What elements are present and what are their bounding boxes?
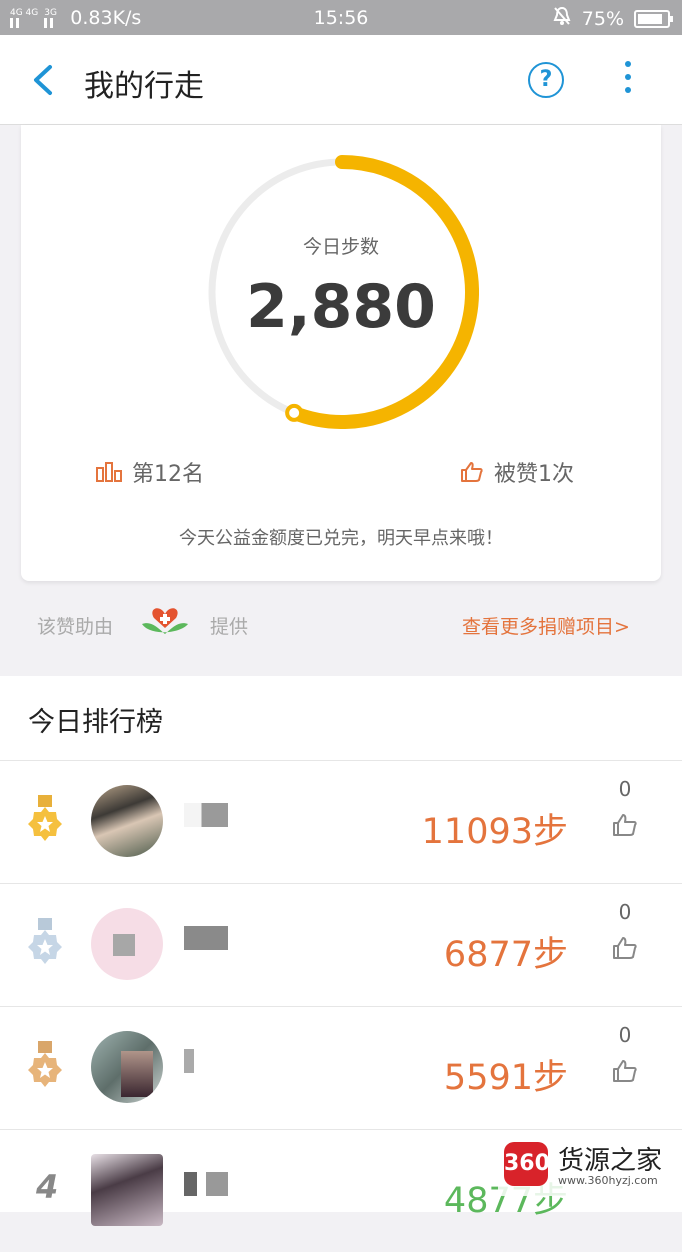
watermark: 360 货源之家 www.360hyzj.com — [498, 1136, 682, 1196]
rank-info[interactable]: 第12名 — [96, 456, 204, 488]
thumbs-up-icon[interactable] — [612, 1059, 638, 1083]
steps-value: 2,880 — [246, 272, 436, 342]
page-title: 我的行走 — [84, 69, 204, 104]
avatar[interactable] — [91, 785, 163, 857]
back-button[interactable] — [28, 63, 58, 97]
leaderboard-row[interactable]: 6877步 0 — [0, 883, 682, 1006]
username-blurred — [184, 1049, 194, 1073]
leaderboard-title: 今日排行榜 — [28, 707, 163, 738]
username-blurred — [184, 1172, 228, 1196]
thumbs-up-icon[interactable] — [612, 936, 638, 960]
row-likes: 0 — [618, 1023, 632, 1047]
avatar[interactable] — [91, 908, 163, 980]
username-blurred — [184, 926, 228, 950]
leaderboard-row[interactable]: 5591步 0 — [0, 1006, 682, 1129]
watermark-text: 货源之家 — [558, 1146, 663, 1176]
more-menu-button[interactable] — [618, 61, 638, 101]
rank-text: 第12名 — [132, 462, 204, 487]
rank-number: 4 — [36, 1168, 59, 1206]
status-bar: 4G 4G 3G 0.83K/s 15:56 75% — [0, 0, 682, 35]
chevron-left-icon — [34, 65, 52, 95]
donation-notice: 今天公益金额度已兑完，明天早点来哦！ — [179, 528, 503, 549]
dot — [625, 74, 631, 80]
avatar[interactable] — [91, 1031, 163, 1103]
ring-end-dot — [285, 403, 304, 422]
sponsor-logo-icon — [140, 604, 190, 642]
sponsor-suffix: 提供 — [210, 616, 249, 638]
likes-text: 被赞1次 — [494, 462, 574, 487]
battery-percent: 75% — [581, 7, 624, 30]
help-button[interactable]: ? — [528, 62, 564, 98]
silver-medal-icon — [28, 918, 62, 964]
watermark-url: www.360hyzj.com — [558, 1174, 658, 1187]
sponsor-prefix: 该赞助由 — [37, 616, 114, 638]
row-likes: 0 — [618, 777, 632, 801]
row-steps: 5591步 — [443, 1058, 568, 1098]
battery-icon — [634, 9, 673, 28]
thumbs-up-icon — [461, 462, 483, 482]
mute-bell-icon — [552, 6, 572, 31]
app-header: 我的行走 ? — [0, 35, 682, 125]
bar-chart-icon — [96, 462, 122, 482]
row-steps: 11093步 — [421, 812, 568, 852]
leaderboard: 今日排行榜 11093步 0 6877步 0 5591步 0 4 4877步 — [0, 676, 682, 1226]
username-blurred — [184, 803, 228, 827]
watermark-logo: 360 — [504, 1142, 550, 1186]
avatar[interactable] — [91, 1154, 163, 1226]
leaderboard-row[interactable]: 11093步 0 — [0, 760, 682, 883]
dot — [625, 87, 631, 93]
steps-label: 今日步数 — [302, 236, 379, 258]
thumbs-up-icon[interactable] — [612, 813, 638, 837]
gold-medal-icon — [28, 795, 62, 841]
row-steps: 6877步 — [443, 935, 568, 975]
bronze-medal-icon — [28, 1041, 62, 1087]
row-likes: 0 — [618, 900, 632, 924]
more-donation-projects-link[interactable]: 查看更多捐赠项目> — [462, 612, 630, 639]
help-icon: ? — [539, 67, 553, 92]
dot — [625, 61, 631, 67]
likes-info[interactable]: 被赞1次 — [460, 456, 574, 488]
